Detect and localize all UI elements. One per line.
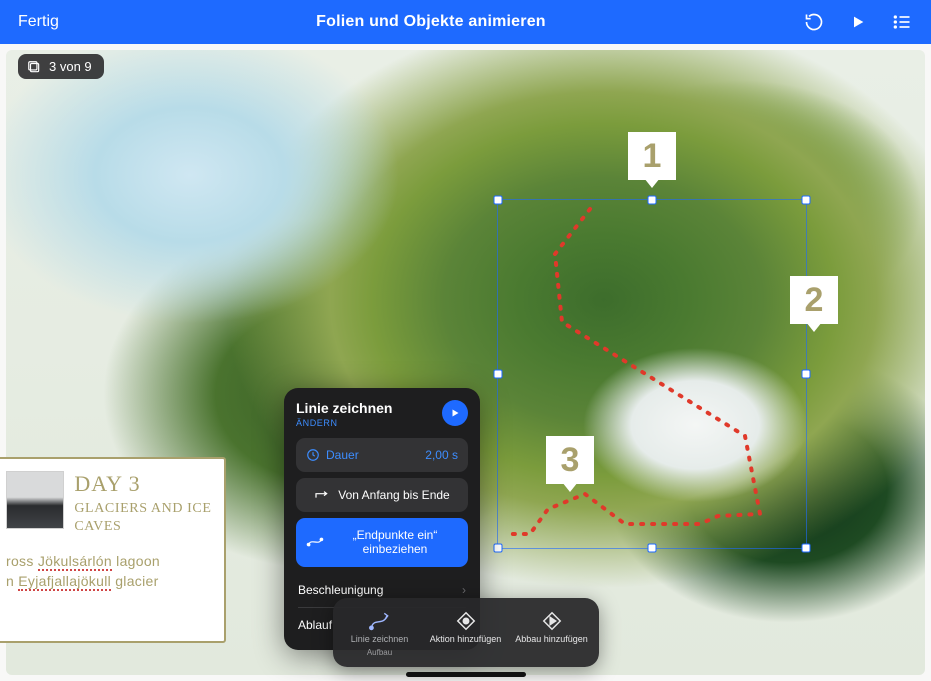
play-icon[interactable] (847, 11, 869, 33)
day-subtitle: GLACIERS AND ICE CAVES (74, 500, 214, 535)
endpoints-row[interactable]: „Endpunkte ein“ einbeziehen (296, 518, 468, 567)
marker-number: 3 (561, 441, 580, 480)
marker-number: 2 (805, 281, 824, 320)
slide-canvas[interactable]: 1 2 3 DAY 3 GLACIERS AND ICE CAVES ross … (0, 44, 931, 681)
direction-label: Von Anfang bis Ende (338, 488, 449, 502)
home-indicator (406, 672, 526, 677)
direction-icon (314, 488, 330, 502)
add-buildout-icon (541, 610, 563, 632)
done-button[interactable]: Fertig (18, 13, 59, 31)
top-bar: Fertig Folien und Objekte animieren (0, 0, 931, 44)
day-info-card[interactable]: DAY 3 GLACIERS AND ICE CAVES ross Jökuls… (0, 457, 226, 643)
tool-draw-line-label: Linie zeichnen (351, 635, 409, 645)
map-marker-3[interactable]: 3 (546, 436, 594, 492)
undo-icon[interactable] (803, 11, 825, 33)
endpoints-icon (306, 535, 324, 549)
endpoints-label: „Endpunkte ein“ einbeziehen (332, 528, 458, 557)
chevron-right-icon: › (462, 583, 466, 597)
build-order-icon[interactable] (891, 11, 913, 33)
tool-draw-line[interactable]: Linie zeichnen Aufbau (337, 606, 423, 661)
add-action-icon (455, 610, 477, 632)
slide-counter-text: 3 von 9 (49, 59, 92, 74)
duration-value: 2,00 s (425, 448, 458, 462)
marker-number: 1 (643, 137, 662, 176)
direction-row[interactable]: Von Anfang bis Ende (296, 478, 468, 512)
day-thumbnail (6, 471, 64, 529)
preview-play-button[interactable] (442, 400, 468, 426)
duration-row[interactable]: Dauer 2,00 s (296, 438, 468, 472)
slide-counter[interactable]: 3 von 9 (18, 54, 104, 79)
day-title: DAY 3 (74, 471, 214, 497)
tool-add-buildout[interactable]: Abbau hinzufügen (509, 606, 595, 661)
delivery-label: Ablauf (298, 618, 332, 632)
clock-icon (306, 448, 320, 462)
tool-add-action[interactable]: Aktion hinzufügen (423, 606, 509, 661)
slides-icon (27, 60, 41, 74)
duration-label: Dauer (326, 448, 359, 462)
map-marker-2[interactable]: 2 (790, 276, 838, 332)
tool-add-buildout-label: Abbau hinzufügen (515, 635, 588, 645)
build-toolbar: Linie zeichnen Aufbau Aktion hinzufügen … (333, 598, 599, 667)
day-body-text: ross Jökulsárlón lagoon n Eyjafjallajöku… (6, 551, 214, 592)
change-effect-link[interactable]: ÄNDERN (296, 418, 392, 428)
acceleration-label: Beschleunigung (298, 583, 383, 597)
tool-draw-line-sub: Aufbau (367, 648, 392, 657)
popover-title: Linie zeichnen (296, 400, 392, 416)
tool-add-action-label: Aktion hinzufügen (430, 635, 502, 645)
draw-line-icon (368, 610, 392, 632)
map-marker-1[interactable]: 1 (628, 132, 676, 188)
page-title: Folien und Objekte animieren (316, 13, 546, 31)
